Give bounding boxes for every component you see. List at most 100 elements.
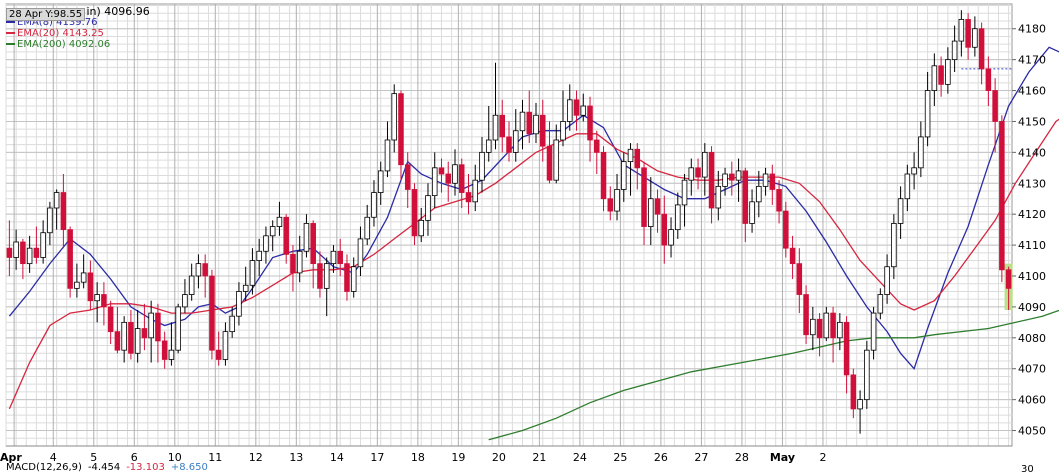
- x-tick-label: 2: [819, 451, 826, 464]
- legend-ema200: EMA(200) 4092.06: [6, 39, 150, 50]
- candle-body: [60, 192, 67, 231]
- candle-body: [681, 179, 688, 206]
- candle-body: [53, 192, 60, 209]
- candle-body: [242, 284, 249, 292]
- candle-body: [756, 185, 762, 203]
- x-tick-label: 19: [451, 451, 465, 464]
- candle-body: [803, 294, 809, 336]
- candle-body: [742, 170, 749, 224]
- candle-body: [708, 151, 715, 209]
- candle-body: [661, 213, 668, 246]
- macd-signal-value: -13.103: [126, 462, 165, 473]
- candle-body: [560, 121, 566, 141]
- candle-body: [80, 272, 87, 283]
- x-tick-label: 28: [735, 451, 749, 464]
- candle-body: [918, 136, 924, 169]
- candle-body: [391, 93, 397, 141]
- candle-body: [580, 105, 587, 116]
- candle-body: [533, 114, 539, 135]
- candle-body: [323, 263, 330, 289]
- candle-body: [668, 229, 674, 246]
- y-tick-label: 4140: [1018, 146, 1046, 159]
- price-chart[interactable]: 4050 4060 4070 4080 4090 4100 4110 4120 4130 4140…: [0, 0, 1059, 474]
- y-tick-label: 4160: [1018, 85, 1046, 98]
- candle-body: [648, 198, 654, 227]
- candle-body: [924, 90, 931, 138]
- x-tick-label: 27: [694, 451, 708, 464]
- candle-body: [33, 247, 40, 258]
- x-tick-label: 14: [330, 451, 344, 464]
- x-tick-label: 18: [411, 451, 425, 464]
- x-tick-label: 13: [289, 451, 303, 464]
- candle-body: [492, 114, 499, 141]
- ema8-swatch-icon: [6, 21, 15, 23]
- candle-body: [236, 291, 242, 317]
- candle-body: [114, 331, 121, 351]
- candle-body: [735, 170, 742, 181]
- candle-body: [526, 111, 533, 135]
- candle-body: [830, 312, 836, 339]
- candle-body: [722, 173, 728, 187]
- candle-body: [978, 28, 985, 70]
- candle-body: [843, 321, 850, 376]
- macd-value: -4.454: [87, 462, 121, 473]
- candle-body: [215, 349, 222, 360]
- candle-body: [600, 151, 607, 200]
- candle-body: [404, 164, 411, 190]
- candle-body: [465, 192, 472, 203]
- candle-body: [263, 235, 269, 252]
- candle-body: [67, 229, 73, 289]
- candle-body: [823, 312, 830, 339]
- candle-body: [195, 263, 202, 277]
- macd-legend: MACD(12,26,9) -4.454 -13.103 +8.650: [6, 462, 214, 473]
- candle-body: [479, 151, 485, 181]
- candle-body: [182, 294, 188, 308]
- candle-body: [377, 170, 384, 193]
- legend-ema20-label: EMA(20) 4143.25: [17, 28, 104, 39]
- ema200-swatch-icon: [6, 43, 15, 45]
- candle-body: [47, 207, 53, 234]
- candle-body: [992, 90, 998, 122]
- candle-body: [877, 294, 884, 314]
- candle-body: [904, 173, 911, 200]
- candle-body: [256, 250, 262, 261]
- candle-body: [485, 139, 492, 153]
- y-tick-label: 4170: [1018, 54, 1046, 67]
- candle-body: [519, 111, 526, 132]
- x-tick-label: 12: [249, 451, 263, 464]
- candle-body: [958, 19, 965, 42]
- candle-body: [702, 151, 708, 178]
- candle-body: [229, 315, 235, 333]
- candle-body: [344, 263, 350, 292]
- y-tick-label: 4120: [1018, 208, 1046, 221]
- candle-body: [641, 167, 647, 227]
- candle-body: [188, 275, 195, 295]
- candle-body: [634, 148, 641, 169]
- y-tick-label: 4110: [1018, 239, 1046, 252]
- candle-body: [175, 306, 181, 351]
- macd-axis-value: 30: [1021, 464, 1034, 475]
- candle-body: [512, 130, 519, 153]
- candle-body: [74, 281, 80, 289]
- macd-hist-value: +8.650: [170, 462, 208, 473]
- candle-body: [357, 238, 364, 268]
- y-tick-label: 4130: [1018, 177, 1046, 190]
- candle-body: [296, 250, 303, 274]
- candle-body: [945, 59, 951, 85]
- candle-body: [310, 223, 316, 265]
- candle-body: [506, 136, 512, 153]
- candle-body: [573, 99, 580, 116]
- candle-body: [789, 247, 796, 265]
- candle-body: [951, 40, 958, 61]
- candle-body: [614, 189, 620, 212]
- candle-body: [567, 99, 573, 122]
- candle-body: [911, 167, 917, 175]
- chart-grid: [5, 3, 1013, 447]
- x-tick-label: 24: [573, 451, 587, 464]
- candle-body: [371, 192, 377, 218]
- candle-body: [202, 263, 208, 277]
- y-tick-label: 4050: [1018, 425, 1046, 438]
- x-tick-label: 21: [532, 451, 546, 464]
- candle-body: [418, 219, 424, 237]
- candle-body: [13, 241, 19, 258]
